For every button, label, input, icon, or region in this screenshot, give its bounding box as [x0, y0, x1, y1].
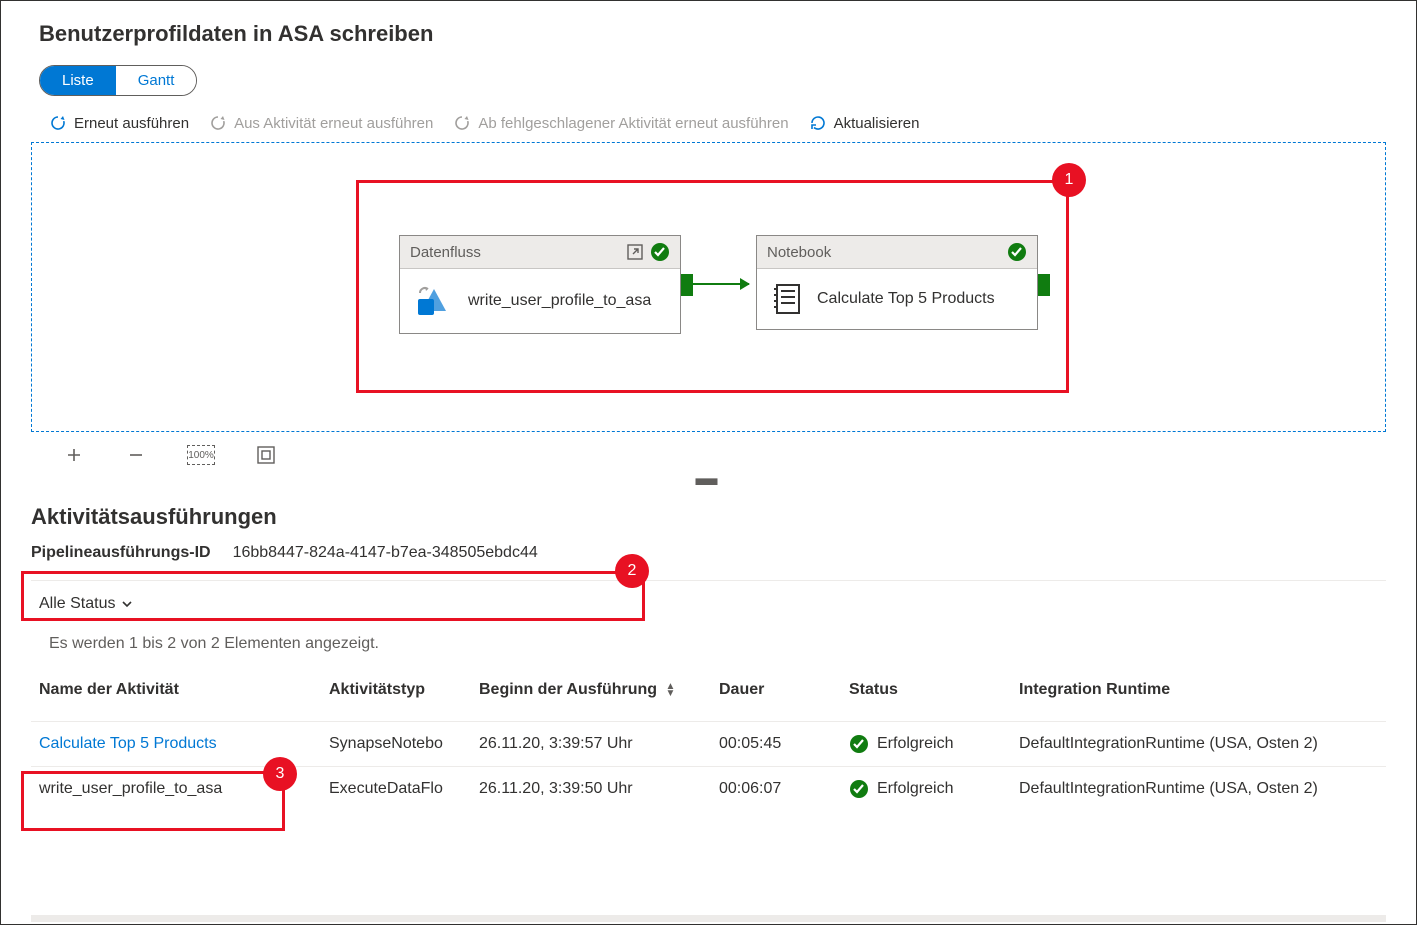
notebook-icon	[771, 283, 803, 315]
rerun-label: Erneut ausführen	[74, 115, 189, 132]
rerun-failed-label: Ab fehlgeschlagener Aktivität erneut aus…	[478, 115, 788, 132]
run-id-label: Pipelineausführungs-ID	[31, 544, 211, 562]
toolbar: Erneut ausführen Aus Aktivität erneut au…	[1, 110, 1416, 142]
horizontal-scrollbar[interactable]	[31, 915, 1386, 922]
sort-icon: ▲▼	[666, 683, 676, 697]
rerun-activity-label: Aus Aktivität erneut ausführen	[234, 115, 433, 132]
duration-cell: 00:06:07	[711, 767, 841, 812]
zoom-level[interactable]: 100%	[187, 445, 215, 465]
rerun-from-activity-button: Aus Aktivität erneut ausführen	[209, 114, 433, 132]
activity-name: write_user_profile_to_asa	[468, 292, 651, 310]
rerun-activity-icon	[209, 114, 227, 132]
runtime-cell: DefaultIntegrationRuntime (USA, Osten 2)	[1011, 767, 1386, 812]
pipeline-run-id-row: Pipelineausführungs-ID 16bb8447-824a-414…	[1, 538, 1416, 568]
col-duration[interactable]: Dauer	[711, 671, 841, 722]
annotation-box-3	[21, 771, 285, 831]
annotation-badge-1: 1	[1052, 163, 1086, 197]
dataflow-icon	[414, 283, 454, 319]
success-icon	[849, 734, 869, 754]
run-start-cell: 26.11.20, 3:39:50 Uhr	[471, 767, 711, 812]
view-list-button[interactable]: Liste	[40, 66, 116, 95]
run-start-cell: 26.11.20, 3:39:57 Uhr	[471, 722, 711, 767]
duration-cell: 00:05:45	[711, 722, 841, 767]
activity-runs-title: Aktivitätsausführungen	[1, 484, 1416, 538]
output-port[interactable]	[1038, 274, 1050, 296]
refresh-icon	[809, 114, 827, 132]
table-row: Calculate Top 5 Products SynapseNotebo 2…	[31, 722, 1386, 767]
col-activity-name[interactable]: Name der Aktivität	[31, 671, 321, 722]
activity-name: Calculate Top 5 Products	[817, 290, 995, 308]
page-title: Benutzerprofildaten in ASA schreiben	[1, 1, 1416, 65]
activity-type-cell: ExecuteDataFlo	[321, 767, 471, 812]
col-activity-type[interactable]: Aktivitätstyp	[321, 671, 471, 722]
view-toggle: Liste Gantt	[39, 65, 197, 96]
panel-drag-handle[interactable]: ▬	[1, 474, 1416, 484]
status-cell: Erfolgreich	[841, 767, 1011, 812]
zoom-in-button[interactable]	[63, 444, 85, 466]
rerun-button[interactable]: Erneut ausführen	[49, 114, 189, 132]
runtime-cell: DefaultIntegrationRuntime (USA, Osten 2)	[1011, 722, 1386, 767]
rerun-failed-icon	[453, 114, 471, 132]
activity-dataflow[interactable]: Datenfluss write_user_profile_to_asa	[399, 235, 681, 334]
annotation-box-2	[21, 571, 645, 621]
success-icon	[849, 779, 869, 799]
activity-type-label: Notebook	[767, 244, 831, 261]
pipeline-canvas[interactable]: 1 Datenfluss write_user_profile_to_asa	[31, 142, 1386, 432]
success-icon	[1007, 242, 1027, 262]
annotation-badge-3: 3	[263, 757, 297, 791]
activity-type-cell: SynapseNotebo	[321, 722, 471, 767]
activity-type-label: Datenfluss	[410, 244, 481, 261]
output-port[interactable]	[681, 274, 693, 296]
run-id-value: 16bb8447-824a-4147-b7ea-348505ebdc44	[233, 544, 538, 562]
refresh-label: Aktualisieren	[834, 115, 920, 132]
activity-notebook[interactable]: Notebook Calculate Top 5 Products	[756, 235, 1038, 330]
col-run-start[interactable]: Beginn der Ausführung ▲▼	[471, 671, 711, 722]
status-cell: Erfolgreich	[841, 722, 1011, 767]
success-icon	[650, 242, 670, 262]
col-status[interactable]: Status	[841, 671, 1011, 722]
item-count-text: Es werden 1 bis 2 von 2 Elementen angeze…	[1, 619, 1416, 661]
open-icon[interactable]	[626, 243, 644, 261]
fit-screen-button[interactable]	[255, 444, 277, 466]
rerun-icon	[49, 114, 67, 132]
connector-arrow	[689, 283, 749, 285]
annotation-badge-2: 2	[615, 554, 649, 588]
zoom-out-button[interactable]	[125, 444, 147, 466]
rerun-from-failed-button: Ab fehlgeschlagener Aktivität erneut aus…	[453, 114, 788, 132]
col-runtime[interactable]: Integration Runtime	[1011, 671, 1386, 722]
view-gantt-button[interactable]: Gantt	[116, 66, 197, 95]
refresh-button[interactable]: Aktualisieren	[809, 114, 920, 132]
